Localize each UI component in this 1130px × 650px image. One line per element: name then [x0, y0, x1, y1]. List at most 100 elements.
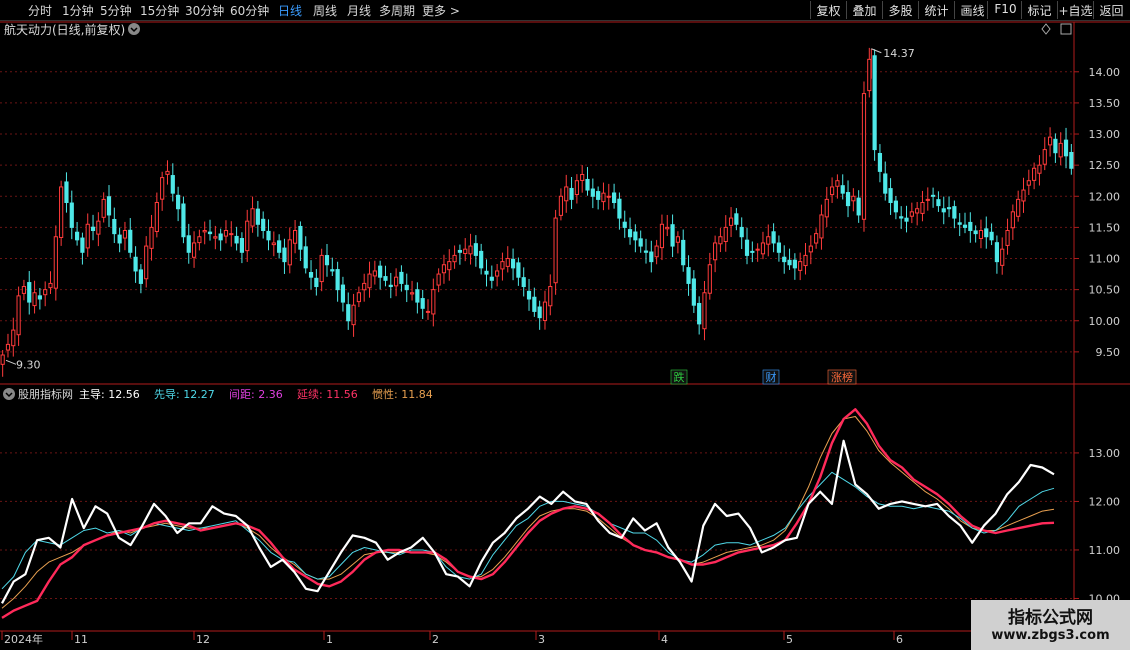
- diamond-icon[interactable]: [1041, 23, 1051, 35]
- candle-body-143: [760, 242, 766, 255]
- candle-body-11: [59, 186, 64, 238]
- candle-body-194: [1032, 167, 1037, 181]
- ind-field-4: 惯性: 11.84: [372, 387, 433, 401]
- ind-name: 股朋指标网: [18, 387, 73, 401]
- candle-body-71: [378, 265, 383, 278]
- candle-body-195: [1037, 164, 1042, 174]
- candle-body-176: [936, 199, 941, 207]
- candle-body-177: [941, 208, 946, 213]
- candle-body-4: [21, 286, 27, 294]
- candle-body-157: [835, 180, 840, 187]
- candle-body-81: [431, 289, 436, 315]
- x-tick-label-4: 2: [432, 633, 439, 646]
- low-arrow-icon: [5, 359, 17, 365]
- candle-body-161: [856, 197, 861, 216]
- candle-body-152: [808, 245, 813, 253]
- price-tick-label-4: 11.50: [1089, 221, 1121, 234]
- candle-body-142: [755, 248, 760, 251]
- candle-body-147: [782, 256, 787, 263]
- low-price-label: 9.30: [16, 358, 41, 371]
- candle-body-109: [580, 173, 585, 181]
- candle-body-38: [202, 230, 207, 233]
- candle-body-47: [250, 208, 255, 227]
- candle-body-156: [829, 186, 835, 196]
- candle-body-114: [606, 195, 611, 198]
- candle-body-124: [659, 223, 665, 249]
- ind-field-0: 主导: 12.56: [79, 388, 140, 401]
- price-tick-label-8: 13.50: [1089, 97, 1121, 110]
- candle-body-132: [702, 292, 707, 330]
- candle-body-180: [957, 222, 962, 225]
- candle-body-39: [207, 231, 213, 235]
- candle-body-112: [596, 191, 601, 200]
- candle-body-77: [409, 292, 415, 295]
- candle-body-186: [989, 231, 994, 241]
- candle-body-90: [479, 250, 484, 269]
- ind-tick-label-1: 11.00: [1089, 544, 1121, 557]
- candle-body-37: [197, 236, 202, 244]
- watermark-url: www.zbgs3.com: [991, 628, 1110, 643]
- candle-body-122: [649, 251, 654, 263]
- event-marker-label-2: 涨榜: [831, 370, 853, 384]
- candle-body-98: [521, 277, 526, 288]
- candle-body-168: [893, 200, 898, 213]
- candle-body-139: [739, 226, 744, 238]
- price-tick-label-9: 14.00: [1089, 66, 1121, 79]
- candle-body-61: [324, 255, 330, 266]
- candle-body-116: [617, 198, 622, 219]
- ind-dropdown-icon[interactable]: [3, 388, 15, 400]
- candle-body-79: [420, 298, 425, 309]
- candle-body-1: [5, 343, 11, 351]
- candle-body-63: [335, 269, 340, 291]
- candle-body-62: [330, 269, 335, 272]
- candle-body-26: [138, 269, 143, 284]
- candle-body-28: [149, 226, 154, 249]
- candle-body-53: [282, 247, 287, 263]
- stock-chart: 9.50 10.00 10.50 11.00 11.50 12.00 12.50 13.00 1…: [0, 21, 1130, 646]
- candle-body-106: [564, 186, 569, 202]
- candle-body-44: [234, 235, 239, 244]
- candle-body-19: [101, 198, 106, 218]
- price-tick-label-0: 9.50: [1096, 346, 1121, 359]
- candle-body-80: [425, 310, 431, 313]
- candle-body-57: [303, 246, 308, 269]
- candle-body-144: [766, 236, 771, 245]
- candle-body-72: [383, 276, 388, 281]
- candle-body-88: [468, 245, 473, 255]
- main-title-dropdown-icon[interactable]: [128, 23, 140, 35]
- candle-body-187: [994, 242, 1000, 263]
- candle-body-154: [819, 214, 824, 239]
- candle-body-93: [495, 270, 500, 277]
- candle-body-24: [128, 229, 133, 253]
- main-panel-title: 航天动力(日线,前复权): [4, 22, 125, 37]
- candle-body-175: [931, 194, 936, 197]
- candle-body-198: [1053, 138, 1058, 154]
- x-tick-label-0: 2024年: [4, 632, 43, 646]
- candle-body-178: [946, 207, 952, 210]
- candle-body-35: [186, 235, 191, 253]
- candle-body-191: [1016, 198, 1021, 217]
- candle-body-151: [803, 254, 808, 267]
- candle-body-5: [27, 282, 32, 303]
- candle-body-42: [223, 230, 229, 237]
- candle-body-119: [633, 231, 638, 241]
- candle-body-29: [154, 202, 159, 232]
- candle-body-21: [112, 218, 117, 235]
- candle-body-8: [43, 289, 48, 296]
- candle-body-13: [69, 202, 74, 228]
- panel-maximize-icon[interactable]: [1060, 23, 1072, 35]
- candle-body-105: [558, 195, 564, 216]
- candle-body-55: [292, 230, 298, 244]
- candle-body-84: [447, 261, 452, 271]
- candle-body-165: [877, 152, 883, 172]
- candle-body-115: [611, 192, 617, 204]
- candle-body-87: [463, 248, 468, 255]
- candle-body-135: [718, 236, 723, 245]
- candle-body-100: [532, 296, 537, 312]
- ind-series-line-1: [1, 471, 1055, 590]
- candle-body-58: [308, 272, 314, 278]
- candle-body-113: [601, 192, 606, 203]
- candle-body-129: [686, 267, 691, 284]
- high-arrow-icon: [871, 48, 882, 54]
- candle-body-150: [798, 261, 803, 271]
